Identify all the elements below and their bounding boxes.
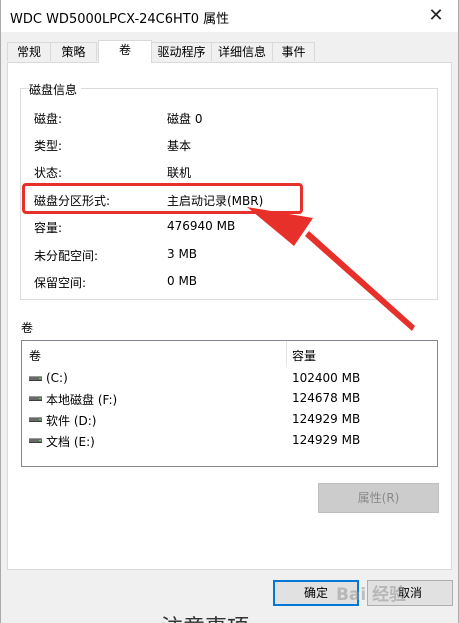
title-bar: WDC WD5000LPCX-24C6HT0 属性 ✕	[1, 0, 458, 32]
status-label: 状态:	[34, 166, 63, 180]
properties-button[interactable]: 属性(R)	[318, 483, 439, 513]
type-label: 类型:	[34, 139, 63, 153]
status-value: 联机	[167, 166, 192, 180]
tab-volumes[interactable]: 卷	[98, 40, 152, 63]
properties-window: WDC WD5000LPCX-24C6HT0 属性 ✕ 常规 策略 卷 驱动程序…	[0, 0, 459, 623]
cancel-button[interactable]: 取消	[367, 580, 453, 606]
volumes-list-header: 卷 容量	[22, 341, 437, 366]
tab-driver[interactable]: 驱动程序	[151, 42, 212, 61]
list-item[interactable]: (C:) 102400 MB	[22, 369, 437, 389]
disk-value: 磁盘 0	[167, 112, 203, 126]
column-header-capacity[interactable]: 容量	[292, 347, 316, 364]
volume-name: 软件 (D:)	[46, 414, 97, 428]
close-icon[interactable]: ✕	[414, 0, 458, 32]
unallocated-value: 3 MB	[167, 247, 198, 261]
ok-button[interactable]: 确定	[273, 580, 359, 606]
volumes-section-label: 卷	[21, 321, 34, 335]
tab-details[interactable]: 详细信息	[211, 42, 273, 61]
bottom-caption: 注意事项	[161, 610, 249, 623]
volume-name: 文档 (E:)	[46, 435, 95, 449]
capacity-value: 476940 MB	[167, 219, 236, 233]
disk-info-title: 磁盘信息	[29, 81, 82, 98]
tab-events[interactable]: 事件	[272, 42, 315, 61]
unallocated-label: 未分配空间:	[34, 249, 99, 263]
reserved-label: 保留空间:	[34, 276, 87, 290]
drive-icon	[29, 417, 42, 422]
disk-label: 磁盘:	[34, 112, 63, 126]
tab-general[interactable]: 常规	[7, 42, 51, 61]
volume-capacity: 124678 MB	[292, 391, 361, 405]
volume-name: 本地磁盘 (F:)	[46, 393, 118, 407]
type-value: 基本	[167, 139, 192, 153]
tab-policies[interactable]: 策略	[50, 42, 97, 61]
partition-style-value: 主启动记录(MBR)	[167, 194, 264, 208]
list-item[interactable]: 软件 (D:) 124929 MB	[22, 410, 437, 430]
partition-style-label: 磁盘分区形式:	[34, 194, 111, 208]
column-divider[interactable]	[286, 341, 287, 366]
drive-icon	[29, 396, 42, 401]
drive-icon	[29, 438, 42, 443]
volume-capacity: 124929 MB	[292, 433, 361, 447]
window-title: WDC WD5000LPCX-24C6HT0 属性	[10, 12, 230, 27]
list-item[interactable]: 本地磁盘 (F:) 124678 MB	[22, 389, 437, 409]
volume-capacity: 102400 MB	[292, 371, 361, 385]
capacity-label: 容量:	[34, 221, 63, 235]
volume-name: (C:)	[46, 371, 68, 385]
list-item[interactable]: 文档 (E:) 124929 MB	[22, 431, 437, 451]
volumes-list[interactable]: 卷 容量 (C:) 102400 MB 本地磁盘 (F:) 124678 MB …	[21, 340, 438, 467]
drive-icon	[29, 376, 42, 381]
reserved-value: 0 MB	[167, 274, 198, 288]
volume-capacity: 124929 MB	[292, 412, 361, 426]
column-header-volume[interactable]: 卷	[29, 347, 41, 364]
